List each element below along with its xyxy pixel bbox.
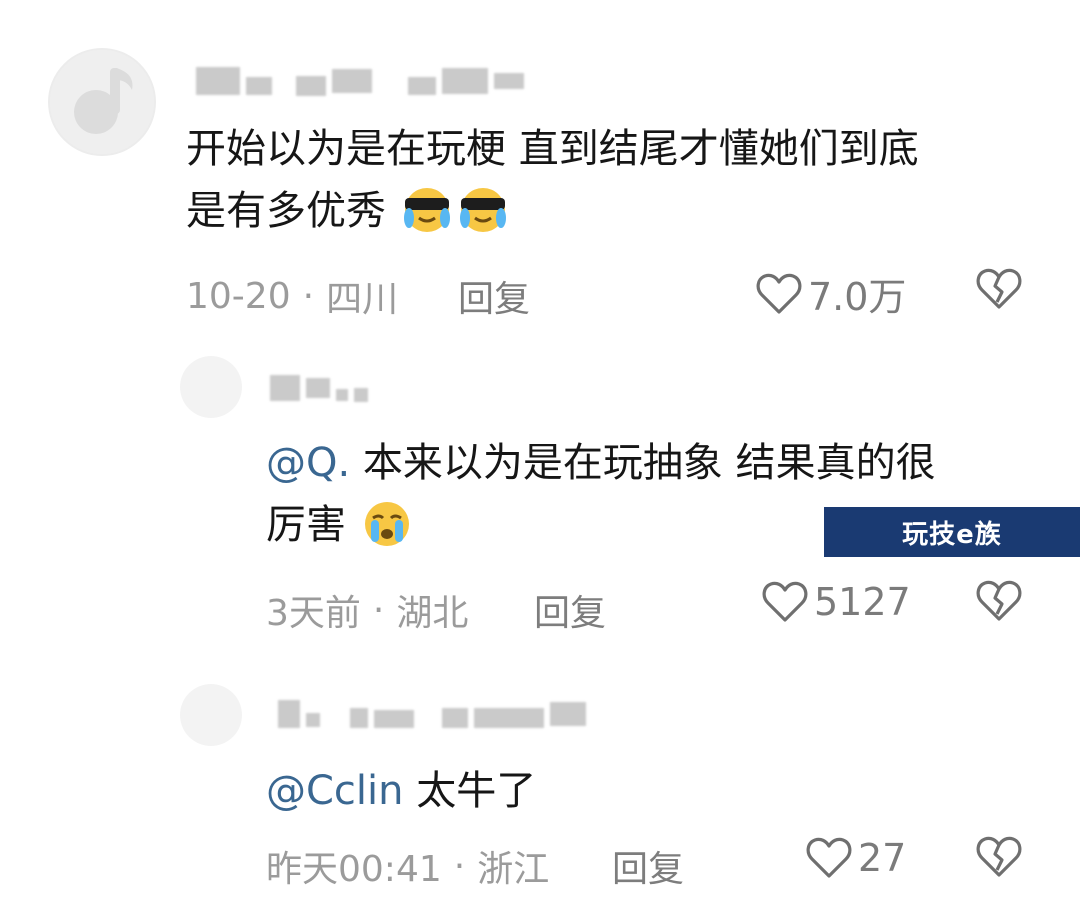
reply-text: @Cclin 太牛了 — [266, 768, 537, 814]
like-count: 5127 — [814, 580, 911, 624]
like-button[interactable]: 5127 — [762, 580, 911, 624]
reply-username-blurred[interactable] — [278, 700, 586, 728]
like-button[interactable]: 27 — [806, 836, 906, 880]
watermark-logo: 玩技e族 — [824, 507, 1080, 557]
heart-outline-icon — [756, 273, 802, 314]
reply-button[interactable]: 回复 — [458, 270, 530, 322]
comment-avatar[interactable] — [48, 48, 156, 156]
reply-meta: 3天前 · 湖北 — [266, 584, 468, 636]
reply-button[interactable]: 回复 — [612, 840, 684, 892]
broken-heart-icon — [976, 836, 1022, 877]
reply-username-blurred[interactable] — [270, 374, 368, 402]
reply-date: 3天前 — [266, 593, 361, 634]
reply-date: 昨天00:41 — [266, 849, 442, 890]
dislike-button[interactable] — [976, 836, 1022, 882]
heart-outline-icon — [762, 581, 808, 622]
broken-heart-icon — [976, 580, 1022, 621]
reply-location: 湖北 — [396, 593, 469, 634]
sunglasses-tears-emoji — [399, 182, 455, 252]
reply-mention-link[interactable]: @Cclin — [266, 768, 404, 814]
reply-avatar[interactable] — [180, 684, 242, 746]
reply-mention-link[interactable]: @Q. — [266, 440, 350, 486]
dislike-button[interactable] — [976, 268, 1022, 314]
avatar-placeholder-icon — [50, 50, 154, 154]
comment-date: 10-20 — [186, 275, 291, 317]
comment-meta: 10-20 · 四川 — [186, 270, 398, 322]
meta-separator: · — [372, 589, 385, 631]
broken-heart-icon — [976, 268, 1022, 309]
like-count: 27 — [858, 836, 907, 880]
like-button[interactable]: 7.0万 — [756, 266, 906, 321]
meta-separator: · — [453, 845, 466, 887]
heart-outline-icon — [806, 837, 852, 878]
dislike-button[interactable] — [976, 580, 1022, 626]
reply-button[interactable]: 回复 — [534, 584, 606, 636]
like-count: 7.0万 — [808, 275, 907, 319]
comment-username-blurred[interactable] — [196, 66, 524, 96]
reply-location: 浙江 — [477, 849, 550, 890]
comment-location: 四川 — [326, 279, 399, 320]
meta-separator: · — [302, 275, 315, 317]
sunglasses-tears-emoji — [455, 182, 511, 252]
crying-emoji — [359, 496, 415, 566]
reply-avatar[interactable] — [180, 356, 242, 418]
reply-meta: 昨天00:41 · 浙江 — [266, 840, 549, 892]
comment-text: 开始以为是在玩梗 直到结尾才懂她们到底 是有多优秀 — [186, 118, 1046, 252]
